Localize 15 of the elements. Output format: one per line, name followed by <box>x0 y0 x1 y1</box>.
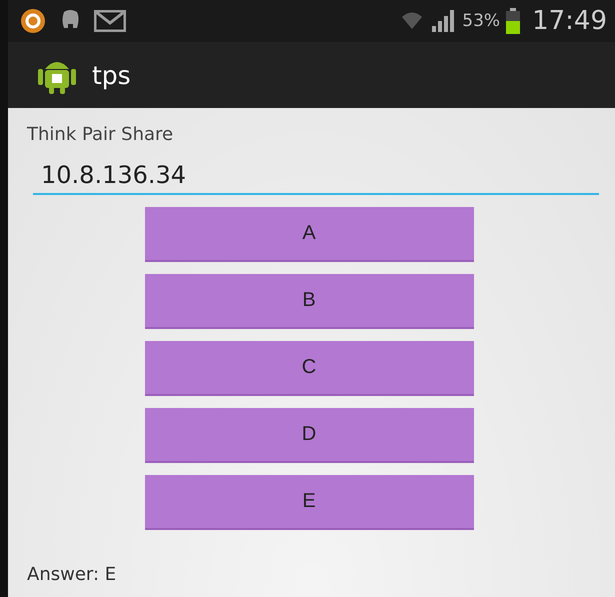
address-field[interactable]: 10.8.136.34 <box>33 157 599 195</box>
answer-text: Answer: E <box>27 564 118 585</box>
answer-button[interactable]: D <box>144 408 474 463</box>
battery-icon <box>506 8 520 34</box>
signal-icon <box>430 9 456 33</box>
mail-icon <box>94 10 126 32</box>
battery-percentage: 53% <box>462 11 500 31</box>
answer-button[interactable]: B <box>144 274 474 329</box>
clock: 17:49 <box>532 6 607 36</box>
answer-button[interactable]: A <box>144 207 474 262</box>
answer-button[interactable]: E <box>144 475 474 530</box>
answer-button[interactable]: C <box>144 341 474 396</box>
app-icon <box>20 8 46 34</box>
app-label: Think Pair Share <box>27 124 174 145</box>
app-title: tps <box>92 60 131 90</box>
